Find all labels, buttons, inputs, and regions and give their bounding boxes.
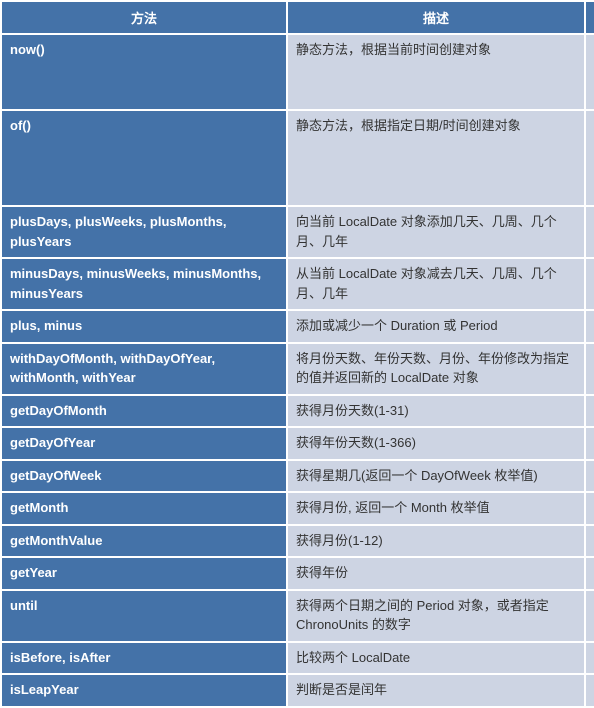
description-cell: 判断是否是闰年 bbox=[287, 674, 585, 707]
method-cell: getYear bbox=[1, 557, 287, 590]
description-cell: 静态方法，根据指定日期/时间创建对象 bbox=[287, 110, 585, 206]
method-cell: until bbox=[1, 590, 287, 642]
table-row: plusDays, plusWeeks, plusMonths, plusYea… bbox=[1, 206, 594, 258]
method-cell: now() bbox=[1, 34, 287, 110]
table-row: isBefore, isAfter 比较两个 LocalDate bbox=[1, 642, 594, 675]
description-cell: 获得年份天数(1-366) bbox=[287, 427, 585, 460]
side-cell bbox=[585, 310, 594, 343]
side-cell bbox=[585, 110, 594, 206]
side-cell bbox=[585, 343, 594, 395]
method-cell: getMonthValue bbox=[1, 525, 287, 558]
table-header-row: 方法 描述 bbox=[1, 1, 594, 34]
method-cell: of() bbox=[1, 110, 287, 206]
side-cell bbox=[585, 492, 594, 525]
header-spacer bbox=[585, 1, 594, 34]
side-cell bbox=[585, 674, 594, 707]
table-row: now() 静态方法，根据当前时间创建对象 bbox=[1, 34, 594, 110]
description-cell: 获得年份 bbox=[287, 557, 585, 590]
table-row: getDayOfMonth 获得月份天数(1-31) bbox=[1, 395, 594, 428]
description-cell: 获得月份, 返回一个 Month 枚举值 bbox=[287, 492, 585, 525]
table-row: of() 静态方法，根据指定日期/时间创建对象 bbox=[1, 110, 594, 206]
method-cell: plus, minus bbox=[1, 310, 287, 343]
description-cell: 比较两个 LocalDate bbox=[287, 642, 585, 675]
description-cell: 获得月份天数(1-31) bbox=[287, 395, 585, 428]
table-row: withDayOfMonth, withDayOfYear, withMonth… bbox=[1, 343, 594, 395]
side-cell bbox=[585, 34, 594, 110]
header-method: 方法 bbox=[1, 1, 287, 34]
table-row: isLeapYear 判断是否是闰年 bbox=[1, 674, 594, 707]
method-cell: getDayOfWeek bbox=[1, 460, 287, 493]
api-methods-table: 方法 描述 now() 静态方法，根据当前时间创建对象 of() 静态方法，根据… bbox=[0, 0, 594, 708]
method-cell: plusDays, plusWeeks, plusMonths, plusYea… bbox=[1, 206, 287, 258]
method-cell: getMonth bbox=[1, 492, 287, 525]
table-row: plus, minus 添加或减少一个 Duration 或 Period bbox=[1, 310, 594, 343]
method-cell: minusDays, minusWeeks, minusMonths, minu… bbox=[1, 258, 287, 310]
table-row: minusDays, minusWeeks, minusMonths, minu… bbox=[1, 258, 594, 310]
table-row: getDayOfWeek 获得星期几(返回一个 DayOfWeek 枚举值) bbox=[1, 460, 594, 493]
table-row: getMonthValue 获得月份(1-12) bbox=[1, 525, 594, 558]
description-cell: 添加或减少一个 Duration 或 Period bbox=[287, 310, 585, 343]
description-cell: 获得两个日期之间的 Period 对象，或者指定 ChronoUnits 的数字 bbox=[287, 590, 585, 642]
method-cell: isLeapYear bbox=[1, 674, 287, 707]
side-cell bbox=[585, 206, 594, 258]
table-row: getYear 获得年份 bbox=[1, 557, 594, 590]
description-cell: 向当前 LocalDate 对象添加几天、几周、几个月、几年 bbox=[287, 206, 585, 258]
table-row: getDayOfYear 获得年份天数(1-366) bbox=[1, 427, 594, 460]
method-cell: getDayOfYear bbox=[1, 427, 287, 460]
side-cell bbox=[585, 590, 594, 642]
description-cell: 获得星期几(返回一个 DayOfWeek 枚举值) bbox=[287, 460, 585, 493]
side-cell bbox=[585, 525, 594, 558]
side-cell bbox=[585, 395, 594, 428]
side-cell bbox=[585, 427, 594, 460]
description-cell: 静态方法，根据当前时间创建对象 bbox=[287, 34, 585, 110]
side-cell bbox=[585, 642, 594, 675]
description-cell: 从当前 LocalDate 对象减去几天、几周、几个月、几年 bbox=[287, 258, 585, 310]
header-description: 描述 bbox=[287, 1, 585, 34]
side-cell bbox=[585, 460, 594, 493]
method-cell: isBefore, isAfter bbox=[1, 642, 287, 675]
table-row: getMonth 获得月份, 返回一个 Month 枚举值 bbox=[1, 492, 594, 525]
description-cell: 将月份天数、年份天数、月份、年份修改为指定的值并返回新的 LocalDate 对… bbox=[287, 343, 585, 395]
table-row: until 获得两个日期之间的 Period 对象，或者指定 ChronoUni… bbox=[1, 590, 594, 642]
method-cell: getDayOfMonth bbox=[1, 395, 287, 428]
side-cell bbox=[585, 258, 594, 310]
side-cell bbox=[585, 557, 594, 590]
description-cell: 获得月份(1-12) bbox=[287, 525, 585, 558]
method-cell: withDayOfMonth, withDayOfYear, withMonth… bbox=[1, 343, 287, 395]
